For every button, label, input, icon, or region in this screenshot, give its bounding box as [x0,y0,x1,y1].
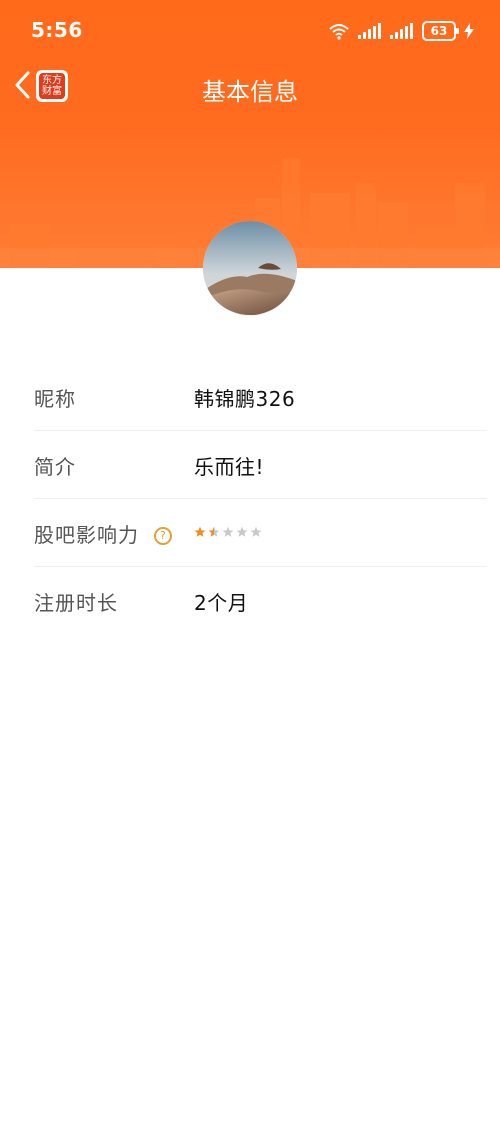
battery-indicator: 63 [422,21,459,41]
star-icon [250,526,262,537]
page-title: 基本信息 [202,78,298,106]
star-icon [222,526,234,537]
star-icon [208,526,220,537]
star-icon [236,526,248,537]
signal-icon-2 [390,23,413,39]
nickname-label: 昵称 [34,387,76,411]
influence-label: 股吧影响力 [34,523,139,547]
intro-label: 简介 [34,455,76,479]
star-icon [194,526,206,537]
wifi-icon [329,24,349,40]
navigation-bar: 东方 财富 基本信息 [0,60,500,112]
influence-label-wrap: 股吧影响力 ? [34,519,173,548]
registration-label: 注册时长 [34,591,118,615]
registration-row: 注册时长 2个月 [34,567,487,634]
nickname-row[interactable]: 昵称 韩锦鹏326 [34,363,487,431]
battery-level: 63 [430,24,448,38]
status-time: 5:56 [31,18,83,42]
signal-icon [358,23,381,39]
intro-row[interactable]: 简介 乐而往! [34,431,487,499]
influence-rating [194,526,262,538]
registration-value: 2个月 [194,591,249,615]
avatar[interactable] [203,221,297,315]
basic-info-page: 5:56 63 东方 财富 基本信息 昵称 韩锦鹏326 简介 乐而往! 股吧影… [0,0,500,1129]
info-list: 昵称 韩锦鹏326 简介 乐而往! 股吧影响力 ? 注册时长 2个月 [0,363,500,634]
avatar-image [203,221,297,315]
influence-row: 股吧影响力 ? [34,499,487,567]
intro-value: 乐而往! [194,455,265,479]
question-circle-icon[interactable]: ? [154,527,173,545]
nickname-value: 韩锦鹏326 [194,387,296,411]
charging-icon [464,23,474,39]
status-icons: 63 [328,20,474,42]
status-bar: 5:56 63 [0,0,500,60]
